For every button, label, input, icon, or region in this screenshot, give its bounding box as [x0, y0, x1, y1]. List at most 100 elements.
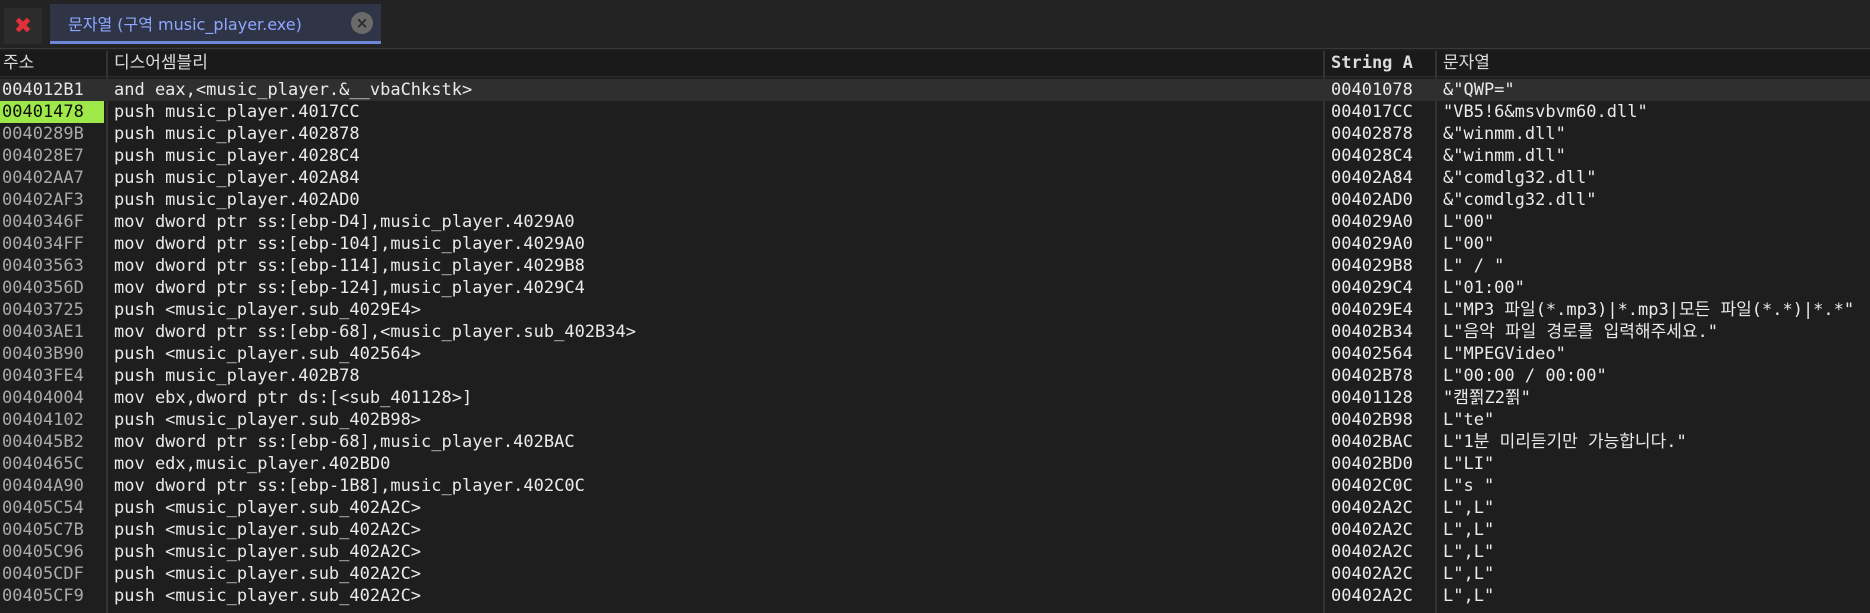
column-header-string[interactable]: 문자열 [1443, 51, 1863, 76]
disassembly-cell: mov dword ptr ss:[ebp-D4],music_player.4… [114, 212, 575, 232]
disassembly-cell: push music_player.402AD0 [114, 190, 360, 210]
table-row[interactable]: 00405C96 push <music_player.sub_402A2C> 00… [0, 541, 1870, 563]
string-cell: L",L" [1443, 586, 1495, 606]
column-header-disassembly[interactable]: 디스어셈블리 [114, 51, 1319, 76]
table-row[interactable]: 00402AF3 push music_player.402AD0 00402AD0… [0, 189, 1870, 211]
address-cell: 00403563 [2, 256, 84, 276]
string-cell: L"00:00 / 00:00" [1443, 366, 1607, 386]
table-row[interactable]: 0040346F mov dword ptr ss:[ebp-D4],music_… [0, 211, 1870, 233]
string-cell: "VB5!6&msvbvm60.dll" [1443, 102, 1648, 122]
string-cell: L"01:00" [1443, 278, 1525, 298]
string-address-cell: 004029A0 [1331, 234, 1413, 254]
address-cell: 0040289B [2, 124, 84, 144]
string-address-cell: 00402BD0 [1331, 454, 1413, 474]
string-address-cell: 004028C4 [1331, 146, 1413, 166]
string-cell: L",L" [1443, 498, 1495, 518]
string-address-cell: 00402BAC [1331, 432, 1413, 452]
table-row[interactable]: 004012B1 and eax,<music_player.&__vbaChks… [0, 79, 1870, 101]
address-cell: 0040356D [2, 278, 84, 298]
disassembly-cell: push music_player.4028C4 [114, 146, 360, 166]
disassembly-cell: push music_player.4017CC [114, 102, 360, 122]
disassembly-cell: push music_player.402B78 [114, 366, 360, 386]
address-cell: 00405CF9 [2, 586, 84, 606]
string-address-cell: 00402A84 [1331, 168, 1413, 188]
address-cell: 00404004 [2, 388, 84, 408]
tab-close-icon[interactable]: × [351, 12, 373, 34]
address-cell: 00404A90 [2, 476, 84, 496]
string-cell: "캠쬙Z2쬙" [1443, 388, 1531, 408]
disassembly-cell: push <music_player.sub_402A2C> [114, 586, 422, 606]
string-address-cell: 00402B78 [1331, 366, 1413, 386]
table-row[interactable]: 00405C7B push <music_player.sub_402A2C> 00… [0, 519, 1870, 541]
string-cell: L",L" [1443, 564, 1495, 584]
table-row[interactable]: 00404004 mov ebx,dword ptr ds:[<sub_40112… [0, 387, 1870, 409]
column-header-address[interactable]: 주소 [3, 51, 103, 76]
string-cell: L"00" [1443, 234, 1495, 254]
close-x-icon: ✖ [13, 13, 33, 39]
string-address-cell: 00402A2C [1331, 586, 1413, 606]
address-cell: 00405C96 [2, 542, 84, 562]
column-header-string-address[interactable]: String A [1331, 51, 1431, 76]
disassembly-cell: push <music_player.sub_402A2C> [114, 542, 422, 562]
string-cell: L",L" [1443, 542, 1495, 562]
table-row[interactable]: 0040356D mov dword ptr ss:[ebp-124],music… [0, 277, 1870, 299]
table-row[interactable]: 004028E7 push music_player.4028C4 004028C4… [0, 145, 1870, 167]
address-cell: 00405CDF [2, 564, 84, 584]
string-address-cell: 00402B98 [1331, 410, 1413, 430]
disassembly-cell: push music_player.402878 [114, 124, 360, 144]
string-address-cell: 00402878 [1331, 124, 1413, 144]
string-address-cell: 00402B34 [1331, 322, 1413, 342]
disassembly-cell: mov dword ptr ss:[ebp-114],music_player.… [114, 256, 585, 276]
disassembly-cell: mov dword ptr ss:[ebp-104],music_player.… [114, 234, 585, 254]
string-cell: L"LI" [1443, 454, 1495, 474]
disassembly-cell: mov ebx,dword ptr ds:[<sub_401128>] [114, 388, 473, 408]
disassembly-cell: push <music_player.sub_4029E4> [114, 300, 422, 320]
table-row[interactable]: 00405CF9 push <music_player.sub_402A2C> 00… [0, 585, 1870, 607]
table-row[interactable]: 00403725 push <music_player.sub_4029E4> 00… [0, 299, 1870, 321]
table-row[interactable]: 00404102 push <music_player.sub_402B98> 00… [0, 409, 1870, 431]
table-row[interactable]: 00405CDF push <music_player.sub_402A2C> 00… [0, 563, 1870, 585]
disassembly-cell: push <music_player.sub_402564> [114, 344, 422, 364]
string-address-cell: 00401078 [1331, 80, 1413, 100]
tab-strings[interactable]: 문자열 (구역 music_player.exe) × [50, 4, 381, 44]
string-cell: &"QWP=" [1443, 80, 1515, 100]
table-row[interactable]: 004034FF mov dword ptr ss:[ebp-104],music… [0, 233, 1870, 255]
disassembly-cell: mov dword ptr ss:[ebp-68],<music_player.… [114, 322, 636, 342]
table-row[interactable]: 00403563 mov dword ptr ss:[ebp-114],music… [0, 255, 1870, 277]
table-row[interactable]: 00405C54 push <music_player.sub_402A2C> 00… [0, 497, 1870, 519]
string-cell: &"comdlg32.dll" [1443, 190, 1597, 210]
address-cell: 00401478 [0, 101, 104, 123]
address-cell: 00402AF3 [2, 190, 84, 210]
string-address-cell: 004017CC [1331, 102, 1413, 122]
tab-bar: ✖ 문자열 (구역 music_player.exe) × [0, 0, 1870, 49]
table-row[interactable]: 004045B2 mov dword ptr ss:[ebp-68],music_… [0, 431, 1870, 453]
string-address-cell: 004029C4 [1331, 278, 1413, 298]
address-cell: 004034FF [2, 234, 84, 254]
table-row[interactable]: 00403FE4 push music_player.402B78 00402B78… [0, 365, 1870, 387]
string-address-cell: 00402A2C [1331, 542, 1413, 562]
table-row[interactable]: 0040465C mov edx,music_player.402BD0 00402… [0, 453, 1870, 475]
string-cell: &"winmm.dll" [1443, 124, 1566, 144]
string-address-cell: 00402C0C [1331, 476, 1413, 496]
table-row[interactable]: 00402AA7 push music_player.402A84 00402A84… [0, 167, 1870, 189]
address-cell: 00404102 [2, 410, 84, 430]
address-cell: 0040346F [2, 212, 84, 232]
table-row[interactable]: 00401478 push music_player.4017CC 004017CC… [0, 101, 1870, 123]
table-row[interactable]: 00403B90 push <music_player.sub_402564> 00… [0, 343, 1870, 365]
address-cell: 0040465C [2, 454, 84, 474]
disassembly-cell: mov dword ptr ss:[ebp-1B8],music_player.… [114, 476, 585, 496]
column-header: 주소 디스어셈블리 String A 문자열 [0, 51, 1870, 77]
table-row[interactable]: 00404A90 mov dword ptr ss:[ebp-1B8],music… [0, 475, 1870, 497]
disassembly-cell: and eax,<music_player.&__vbaChkstk> [114, 80, 473, 100]
string-cell: L"te" [1443, 410, 1495, 430]
table-row[interactable]: 0040289B push music_player.402878 00402878… [0, 123, 1870, 145]
table-row[interactable]: 00403AE1 mov dword ptr ss:[ebp-68],<music… [0, 321, 1870, 343]
string-address-cell: 004029B8 [1331, 256, 1413, 276]
close-view-button[interactable]: ✖ [4, 8, 42, 44]
string-address-cell: 004029A0 [1331, 212, 1413, 232]
string-cell: L" / " [1443, 256, 1505, 276]
address-cell: 00405C54 [2, 498, 84, 518]
address-cell: 00402AA7 [2, 168, 84, 188]
string-address-cell: 00402A2C [1331, 564, 1413, 584]
string-cell: L"00" [1443, 212, 1495, 232]
